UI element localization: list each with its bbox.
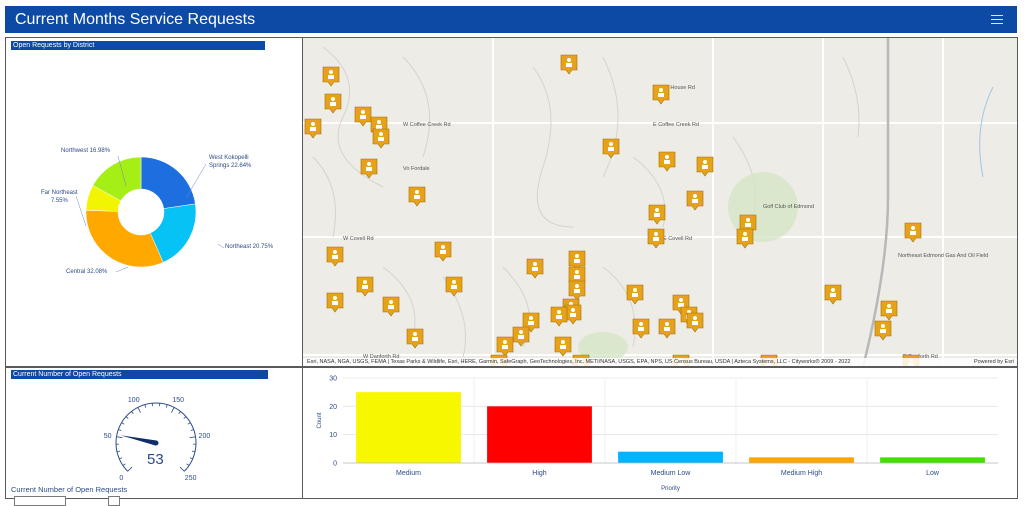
donut-label-northwest: Northwest 16.98% [61,148,110,156]
gauge-tick-label: 200 [199,433,211,440]
x-tick-label: Medium [396,470,421,477]
x-tick-label: Medium Low [651,470,692,477]
gauge-tick-mark [122,423,125,425]
y-axis-title: Count [317,412,323,428]
gauge-hub [154,441,159,446]
gauge-tick-mark [145,405,146,408]
gauge-tick-mark [138,407,141,412]
gauge-panel: Current Number of Open Requests 0 50 100 15… [5,367,303,499]
priority-chart-panel: 0 10 20 30 Medium High Medium Low Medium High Lo… [302,367,1018,499]
donut-panel: Open Requests by District West Kokopelli… [5,37,303,367]
gauge-tick-label: 150 [172,397,184,404]
page-title: Current Months Service Requests [15,11,255,29]
donut-leader-line [186,164,206,198]
gauge-tick-mark [184,417,186,419]
bottom-tab-right[interactable] [108,496,120,506]
y-tick-label: 10 [329,432,337,439]
donut-label-central: Central 32.08% [66,269,107,277]
donut-leader-line [116,267,128,272]
gauge-value: 53 [147,451,164,468]
map-panel-border [302,37,1018,367]
x-tick-label: Medium High [781,470,822,477]
y-tick-label: 30 [329,376,337,383]
menu-icon[interactable] [991,14,1007,26]
gauge-tick-mark [166,405,167,408]
donut-leader-line [218,244,224,248]
open-requests-gauge: 0 50 100 150 200 250 [6,368,302,498]
bar-high[interactable] [487,406,592,463]
bottom-tab-left[interactable] [14,496,66,506]
gauge-tick-label: 0 [119,475,123,482]
bar-medium-low[interactable] [618,452,723,463]
donut-label-far-northeast: Far Northeast7.55% [41,190,78,205]
gauge-tick-mark [191,429,194,430]
x-tick-label: Low [926,470,940,477]
donut-slice-central[interactable] [86,210,163,267]
bar-medium-high[interactable] [749,457,854,463]
priority-bar-chart: 0 10 20 30 Medium High Medium Low Medium High Lo… [303,368,1017,498]
bar-medium[interactable] [356,392,461,463]
gauge-tick-label: 250 [185,475,197,482]
x-tick-label: High [532,470,547,477]
gauge-tick-mark [180,467,184,471]
donut-slice-west-kokopelli-springs[interactable] [141,157,195,209]
gauge-tick-mark [179,411,181,413]
donut-label-northeast: Northeast 20.75% [225,244,273,252]
gauge-tick-mark [123,464,125,466]
gauge-tick-mark [128,467,132,471]
gauge-tick-mark [118,429,121,430]
gauge-tick-label: 50 [104,433,112,440]
x-axis-title: Priority [661,486,680,492]
app-header: Current Months Service Requests [5,6,1017,33]
gauge-needle [121,435,157,445]
gauge-tick-mark [190,437,196,438]
gauge-tick-mark [192,451,195,452]
gauge-tick-mark [187,464,189,466]
gauge-tick-label: 100 [128,397,140,404]
gauge-tick-mark [116,437,122,438]
gauge-caption: Current Number of Open Requests [11,485,127,494]
gauge-tick-mark [171,407,174,412]
gauge-tick-mark [190,458,193,459]
gauge-tick-mark [126,417,128,419]
y-tick-label: 20 [329,404,337,411]
y-tick-label: 0 [333,461,337,468]
gauge-tick-mark [117,451,120,452]
donut-label-west-kokopelli: West KokopelliSprings 22.64% [209,155,251,170]
gauge-tick-mark [188,423,191,425]
gauge-tick-mark [131,411,133,413]
gauge-tick-mark [119,458,122,459]
bar-low[interactable] [880,457,985,463]
